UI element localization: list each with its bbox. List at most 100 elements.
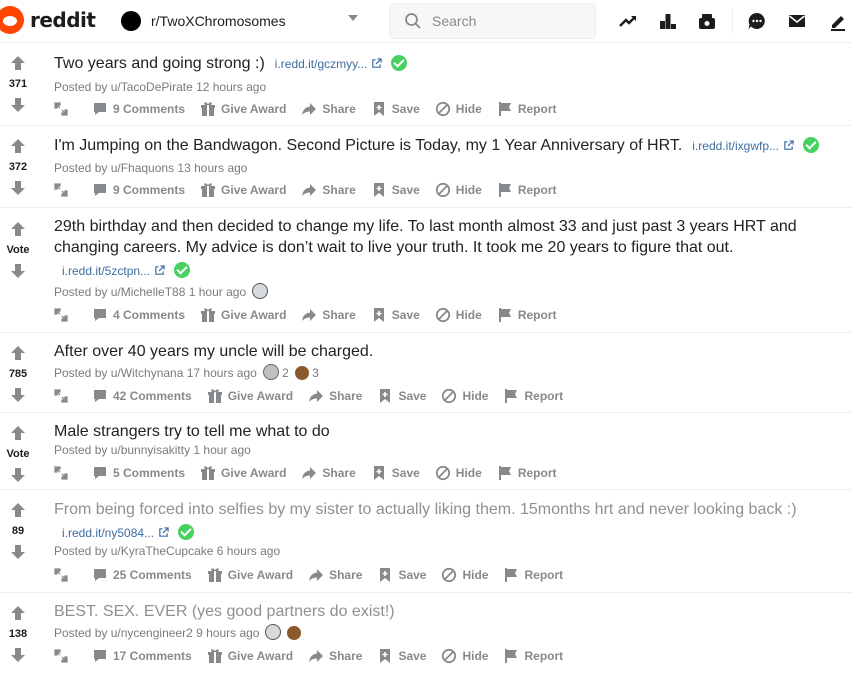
report-button[interactable]: Report bbox=[497, 307, 556, 323]
post-card[interactable]: Vote 29th birthday and then decided to c… bbox=[0, 208, 852, 333]
hide-button[interactable]: Hide bbox=[441, 567, 488, 583]
post-card[interactable]: 89 From being forced into selfies by my … bbox=[0, 490, 852, 593]
share-button[interactable]: Share bbox=[301, 307, 356, 323]
downvote-icon[interactable] bbox=[10, 387, 26, 403]
post-card[interactable]: 371 Two years and going strong :) i.redd.… bbox=[0, 43, 852, 126]
share-button[interactable]: Share bbox=[308, 567, 362, 583]
expand-button[interactable] bbox=[54, 389, 73, 403]
expand-icon bbox=[54, 308, 68, 322]
upvote-icon[interactable] bbox=[10, 345, 26, 361]
collapse-button[interactable] bbox=[54, 649, 73, 663]
search-input[interactable] bbox=[430, 12, 574, 30]
hide-button[interactable]: Hide bbox=[441, 388, 488, 404]
report-button[interactable]: Report bbox=[497, 182, 556, 198]
award-count: 3 bbox=[312, 366, 319, 380]
give-award-button[interactable]: Give Award bbox=[200, 101, 286, 117]
post-title[interactable]: I'm Jumping on the Bandwagon. Second Pic… bbox=[54, 135, 819, 157]
post-score: 785 bbox=[8, 368, 28, 380]
comments-button[interactable]: 42 Comments bbox=[92, 388, 192, 404]
upvote-icon[interactable] bbox=[10, 425, 26, 441]
trending-icon[interactable] bbox=[618, 11, 638, 31]
comments-button[interactable]: 9 Comments bbox=[92, 101, 185, 117]
expand-button[interactable] bbox=[54, 183, 73, 197]
comments-button[interactable]: 9 Comments bbox=[92, 182, 185, 198]
downvote-icon[interactable] bbox=[10, 180, 26, 196]
award-icon bbox=[265, 624, 282, 640]
downvote-icon[interactable] bbox=[10, 97, 26, 113]
chat-icon[interactable] bbox=[747, 11, 767, 31]
mail-icon[interactable] bbox=[787, 11, 807, 31]
post-link[interactable]: i.redd.it/ny5084... bbox=[62, 526, 154, 540]
post-title[interactable]: BEST. SEX. EVER (yes good partners do ex… bbox=[54, 601, 395, 622]
give-award-button[interactable]: Give Award bbox=[207, 388, 293, 404]
report-button[interactable]: Report bbox=[503, 648, 563, 664]
upvote-icon[interactable] bbox=[10, 55, 26, 71]
report-button[interactable]: Report bbox=[503, 567, 563, 583]
post-title[interactable]: 29th birthday and then decided to change… bbox=[54, 216, 834, 282]
upvote-icon[interactable] bbox=[10, 138, 26, 154]
give-award-button[interactable]: Give Award bbox=[200, 465, 286, 481]
post-meta: Posted by u/nycengineer2 9 hours ago bbox=[54, 624, 302, 640]
post-title-line-1: 29th birthday and then decided to change… bbox=[54, 218, 797, 235]
expand-button[interactable] bbox=[54, 102, 73, 116]
comments-button[interactable]: 25 Comments bbox=[92, 567, 192, 583]
report-button[interactable]: Report bbox=[497, 101, 556, 117]
downvote-icon[interactable] bbox=[10, 263, 26, 279]
post-card[interactable]: 785 After over 40 years my uncle will be… bbox=[0, 333, 852, 413]
post-card[interactable]: 372 I'm Jumping on the Bandwagon. Second… bbox=[0, 126, 852, 208]
upvote-icon[interactable] bbox=[10, 221, 26, 237]
post-link[interactable]: i.redd.it/ixgwfp... bbox=[692, 139, 779, 153]
post-link[interactable]: i.redd.it/gczmyy... bbox=[275, 57, 367, 71]
downvote-icon[interactable] bbox=[10, 467, 26, 483]
upvote-icon[interactable] bbox=[10, 605, 26, 621]
post-title[interactable]: Male strangers try to tell me what to do bbox=[54, 421, 330, 442]
expand-button[interactable] bbox=[54, 568, 73, 582]
leaderboard-icon[interactable] bbox=[658, 11, 678, 31]
save-button[interactable]: Save bbox=[377, 648, 426, 664]
post-title[interactable]: Two years and going strong :) i.redd.it/g… bbox=[54, 53, 408, 75]
community-name: r/TwoXChromosomes bbox=[151, 13, 286, 29]
comments-button[interactable]: 17 Comments bbox=[92, 648, 192, 664]
save-button[interactable]: Save bbox=[371, 307, 420, 323]
expand-button[interactable] bbox=[54, 466, 73, 480]
share-button[interactable]: Share bbox=[308, 388, 362, 404]
post-card[interactable]: Vote Male strangers try to tell me what … bbox=[0, 413, 852, 490]
comments-button[interactable]: 5 Comments bbox=[92, 465, 185, 481]
post-link[interactable]: i.redd.it/5zctpn... bbox=[62, 264, 150, 278]
give-award-button[interactable]: Give Award bbox=[207, 648, 293, 664]
share-button[interactable]: Share bbox=[301, 101, 356, 117]
share-button[interactable]: Share bbox=[301, 465, 356, 481]
downvote-icon[interactable] bbox=[10, 647, 26, 663]
downvote-icon[interactable] bbox=[10, 544, 26, 560]
post-title[interactable]: After over 40 years my uncle will be cha… bbox=[54, 341, 373, 362]
hide-button[interactable]: Hide bbox=[435, 465, 482, 481]
upvote-icon[interactable] bbox=[10, 502, 26, 518]
save-button[interactable]: Save bbox=[377, 388, 426, 404]
search-bar[interactable] bbox=[389, 3, 596, 39]
report-button[interactable]: Report bbox=[503, 388, 563, 404]
share-button[interactable]: Share bbox=[301, 182, 356, 198]
comments-button[interactable]: 4 Comments bbox=[92, 307, 185, 323]
save-button[interactable]: Save bbox=[377, 567, 426, 583]
reddit-logo[interactable]: reddit bbox=[0, 6, 96, 34]
expand-button[interactable] bbox=[54, 308, 73, 322]
give-award-label: Give Award bbox=[221, 102, 287, 116]
create-post-icon[interactable] bbox=[828, 11, 848, 31]
post-title[interactable]: From being forced into selfies by my sis… bbox=[54, 499, 797, 544]
give-award-button[interactable]: Give Award bbox=[200, 307, 286, 323]
post-card[interactable]: 138 BEST. SEX. EVER (yes good partners d… bbox=[0, 593, 852, 677]
hide-button[interactable]: Hide bbox=[435, 182, 482, 198]
hide-button[interactable]: Hide bbox=[441, 648, 488, 664]
give-award-button[interactable]: Give Award bbox=[207, 567, 293, 583]
share-button[interactable]: Share bbox=[308, 648, 362, 664]
coins-icon[interactable] bbox=[697, 11, 717, 31]
report-button[interactable]: Report bbox=[497, 465, 556, 481]
hide-button[interactable]: Hide bbox=[435, 307, 482, 323]
hide-button[interactable]: Hide bbox=[435, 101, 482, 117]
save-button[interactable]: Save bbox=[371, 182, 420, 198]
give-award-button[interactable]: Give Award bbox=[200, 182, 286, 198]
community-dropdown[interactable]: r/TwoXChromosomes bbox=[121, 9, 361, 33]
save-button[interactable]: Save bbox=[371, 465, 420, 481]
external-link-icon bbox=[158, 527, 169, 538]
save-button[interactable]: Save bbox=[371, 101, 420, 117]
